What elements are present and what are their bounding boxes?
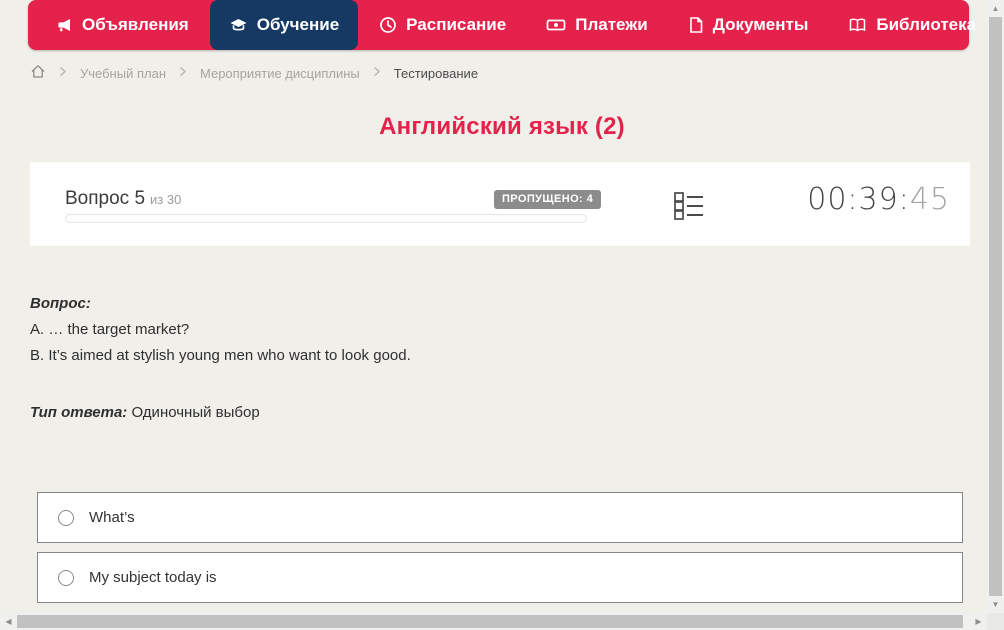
timer: 00:39:45 xyxy=(807,182,950,217)
breadcrumb-chevron-icon xyxy=(59,66,67,80)
nav-tab-label: Документы xyxy=(713,15,809,35)
question-list-icon[interactable] xyxy=(674,191,704,221)
main-navbar: Объявления Обучение Расписание Платежи Д… xyxy=(28,0,969,50)
home-icon[interactable] xyxy=(30,64,46,82)
answer-type-label: Тип ответа: xyxy=(30,404,127,421)
question-total-label: из 30 xyxy=(150,192,181,207)
horizontal-scroll-thumb[interactable] xyxy=(17,615,963,628)
nav-tab-documents[interactable]: Документы xyxy=(669,0,828,50)
answer-type-line: Тип ответа: Одиночный выбор xyxy=(30,404,260,421)
question-line-b: B. It’s aimed at stylish young men who w… xyxy=(30,343,930,369)
nav-tab-label: Обучение xyxy=(257,15,339,35)
answer-option-label: What’s xyxy=(89,509,135,526)
scroll-left-icon[interactable]: ◀ xyxy=(0,613,17,630)
question-text-block: Вопрос: A. … the target market? B. It’s … xyxy=(30,291,930,369)
vertical-scrollbar[interactable]: ▲ ▼ xyxy=(987,0,1004,613)
answer-option-2[interactable]: My subject today is xyxy=(37,552,963,603)
library-icon xyxy=(848,16,867,34)
radio-button[interactable] xyxy=(58,570,74,586)
answer-option-label: My subject today is xyxy=(89,569,217,586)
question-prompt-label: Вопрос: xyxy=(30,291,930,317)
payment-icon xyxy=(546,16,566,34)
question-number-label: Вопрос 5 xyxy=(65,188,145,209)
scroll-up-icon[interactable]: ▲ xyxy=(987,0,1004,17)
nav-tab-label: Библиотека xyxy=(876,15,976,35)
megaphone-icon xyxy=(55,16,73,34)
breadcrumb-item-testing: Тестирование xyxy=(394,66,478,81)
question-header-card: Вопрос 5 из 30 ПРОПУЩЕНО: 4 00:39:45 xyxy=(30,162,970,246)
radio-button[interactable] xyxy=(58,510,74,526)
scroll-down-icon[interactable]: ▼ xyxy=(987,596,1004,613)
nav-tab-label: Расписание xyxy=(406,15,506,35)
nav-tab-learning[interactable]: Обучение xyxy=(210,0,358,50)
nav-tab-announcements[interactable]: Объявления xyxy=(36,0,208,50)
nav-tab-label: Платежи xyxy=(575,15,648,35)
nav-tab-schedule[interactable]: Расписание xyxy=(360,0,525,50)
graduation-cap-icon xyxy=(229,16,248,34)
nav-tab-label: Объявления xyxy=(82,15,189,35)
answer-type-value: Одиночный выбор xyxy=(131,404,259,421)
skipped-badge: ПРОПУЩЕНО: 4 xyxy=(494,190,601,209)
timer-seconds: 45 xyxy=(910,182,950,217)
nav-tab-payments[interactable]: Платежи xyxy=(527,0,667,50)
horizontal-scrollbar[interactable]: ◀ ▶ xyxy=(0,613,987,630)
page-title: Английский язык (2) xyxy=(0,113,1004,141)
question-progress-bar xyxy=(65,214,587,223)
breadcrumb-item-discipline-event[interactable]: Мероприятие дисциплины xyxy=(200,66,360,81)
question-line-a: A. … the target market? xyxy=(30,317,930,343)
document-icon xyxy=(688,16,704,34)
clock-icon xyxy=(379,16,397,34)
answer-option-1[interactable]: What’s xyxy=(37,492,963,543)
breadcrumb-item-curriculum[interactable]: Учебный план xyxy=(80,66,166,81)
vertical-scroll-thumb[interactable] xyxy=(989,17,1002,596)
scroll-right-icon[interactable]: ▶ xyxy=(970,613,987,630)
breadcrumb-chevron-icon xyxy=(179,66,187,80)
question-number: Вопрос 5 из 30 xyxy=(65,188,181,210)
scrollbar-corner xyxy=(987,613,1004,630)
nav-tab-library[interactable]: Библиотека xyxy=(829,0,1004,50)
timer-hours-minutes: 00:39: xyxy=(807,182,910,217)
breadcrumb: Учебный план Мероприятие дисциплины Тест… xyxy=(30,62,478,84)
breadcrumb-chevron-icon xyxy=(373,66,381,80)
